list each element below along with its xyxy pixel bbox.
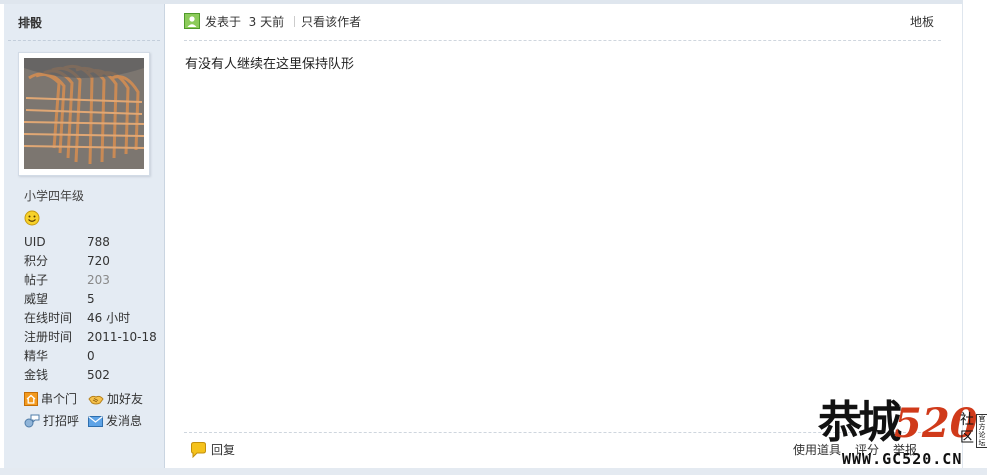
reply-button[interactable]: 回复 [190,441,235,459]
stat-label: 精华 [24,349,49,363]
stat-value: 5 [87,292,95,306]
reply-label: 回复 [211,443,236,457]
author-name[interactable]: 排骰 [18,14,42,31]
watermark-brand: 恭城 [818,397,902,448]
stat-register-date: 注册时间 2011-10-18 [24,328,157,347]
smile-icon [24,210,40,226]
greet-label: 打招呼 [43,414,80,428]
stat-digest: 精华 0 [24,347,157,366]
author-sidebar: 排骰 小学四年级 UID 788 积分 720 帖子 203 威望 5 在线时间… [4,4,165,468]
avatar-image [24,58,144,169]
visit-button[interactable]: 串个门 [24,390,77,408]
greet-button[interactable]: 打招呼 [24,412,79,430]
post-page: 排骰 小学四年级 UID 788 积分 720 帖子 203 威望 5 在线时间… [0,0,987,475]
stat-value: 502 [87,368,110,382]
stat-value: 46 小时 [87,311,131,325]
user-stats: UID 788 积分 720 帖子 203 威望 5 在线时间 46 小时 注册时间 201… [24,233,157,385]
watermark-url: WWW.GC520.CN [842,450,963,468]
watermark-she: 社 [960,412,974,428]
stat-label: 金钱 [24,368,49,382]
floor-label[interactable]: 地板 [910,13,934,31]
stat-online-time: 在线时间 46 小时 [24,309,157,328]
stat-uid: UID 788 [24,233,157,252]
header-divider [184,40,941,41]
message-button[interactable]: 发消息 [88,412,142,430]
add-friend-button[interactable]: 加好友 [88,390,143,408]
stat-prestige: 威望 5 [24,290,157,309]
stat-value: 720 [87,254,110,268]
posted-time: 3 天前 [248,15,285,29]
watermark-side: 官方论坛 [976,414,987,448]
stat-label: 在线时间 [24,311,73,325]
add-friend-label: 加好友 [107,392,144,406]
stat-points: 积分 720 [24,252,157,271]
avatar-photo-icon [24,58,144,169]
handshake-icon [88,395,104,405]
stat-value[interactable]: 203 [87,271,110,290]
stat-value[interactable]: 788 [87,233,110,252]
mail-icon [88,416,103,427]
stat-value: 2011-10-18 [87,330,157,344]
home-icon [24,392,38,406]
header-separator [294,16,296,27]
online-user-icon [184,13,200,29]
watermark-qu: 区 [960,430,974,446]
user-level: 小学四年级 [24,189,85,203]
stat-value: 0 [87,349,95,363]
reply-bubble-icon [191,442,206,459]
stat-label: 注册时间 [24,330,73,344]
site-watermark-logo: 恭城 520 社 区 官方论坛 WWW.GC520.CN [818,397,987,475]
stat-label: 积分 [24,254,49,268]
sidebar-divider [8,40,160,41]
post-content: 有没有人继续在这里保持队形 [185,57,355,72]
post-header: 发表于 3 天前 只看该作者 [184,13,361,31]
greet-icon [24,414,40,428]
stat-money: 金钱 502 [24,366,157,385]
stat-label: 威望 [24,292,49,306]
message-label: 发消息 [106,414,143,428]
stat-label: UID [24,235,46,249]
avatar[interactable] [18,52,150,176]
posted-label: 发表于 [205,15,242,29]
visit-label: 串个门 [41,392,78,406]
stat-posts: 帖子 203 [24,271,157,290]
only-author-link[interactable]: 只看该作者 [301,15,361,29]
stat-label: 帖子 [24,273,49,287]
